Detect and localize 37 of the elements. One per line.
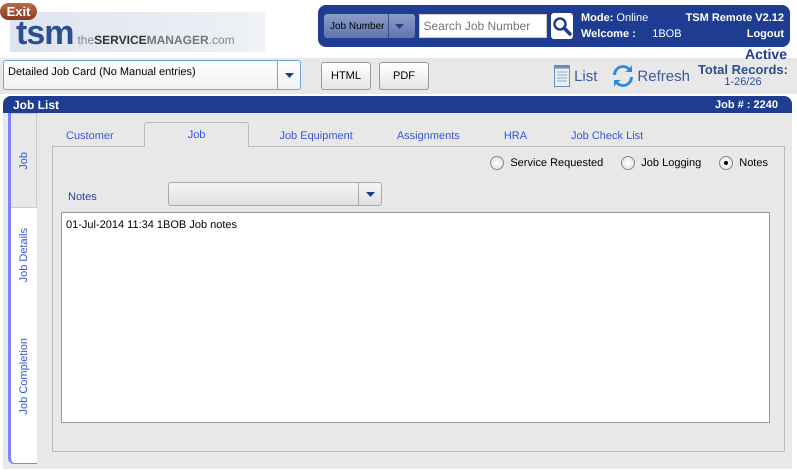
tab[interactable]: Job Check List: [557, 126, 658, 146]
tab[interactable]: Job: [144, 122, 250, 147]
caret-icon: [366, 192, 374, 196]
status-text: Active: [744, 47, 787, 61]
mode-value: Online: [615, 12, 648, 24]
radio-option[interactable]: Service Requested: [490, 156, 604, 170]
tab[interactable]: Customer: [52, 126, 128, 146]
notes-text-area[interactable]: 01-Jul-2014 11:34 1BOB Job notes: [61, 212, 770, 423]
caret-icon: [284, 72, 294, 78]
side-tab[interactable]: Job: [11, 113, 37, 208]
user-name: 1BOB: [652, 28, 682, 40]
radio-option[interactable]: Notes: [719, 156, 768, 170]
caret-icon: [394, 24, 404, 28]
search-icon: [552, 16, 572, 36]
refresh-button[interactable]: Refresh: [613, 65, 690, 87]
export-button[interactable]: HTML: [321, 62, 371, 90]
panel-title: Job List: [13, 98, 60, 112]
notes-label: Notes: [67, 190, 98, 203]
welcome-label: Welcome :: [580, 28, 637, 40]
search-type-dropdown[interactable]: Job Number: [324, 14, 416, 38]
refresh-icon: [613, 65, 634, 87]
search-button[interactable]: [551, 13, 573, 39]
search-field[interactable]: Search Job Number: [419, 14, 548, 38]
logout-link[interactable]: Logout: [686, 28, 784, 40]
total-records-label: Total Records:: [698, 64, 788, 76]
tab[interactable]: Assignments: [382, 126, 474, 146]
report-dropdown[interactable]: Detailed Job Card (No Manual entries): [3, 60, 301, 90]
export-button[interactable]: PDF: [379, 62, 429, 90]
list-icon: [554, 65, 570, 87]
tab[interactable]: HRA: [490, 126, 542, 146]
tab[interactable]: Job Equipment: [265, 126, 367, 146]
mode-label: Mode: Online: [580, 12, 648, 24]
total-records-value: 1-26/26: [724, 76, 762, 88]
job-number: Job # : 2240: [715, 98, 778, 110]
radio-option[interactable]: Job Logging: [621, 156, 702, 170]
app-version: TSM Remote V2.12: [686, 12, 784, 24]
list-button[interactable]: List: [554, 65, 598, 87]
